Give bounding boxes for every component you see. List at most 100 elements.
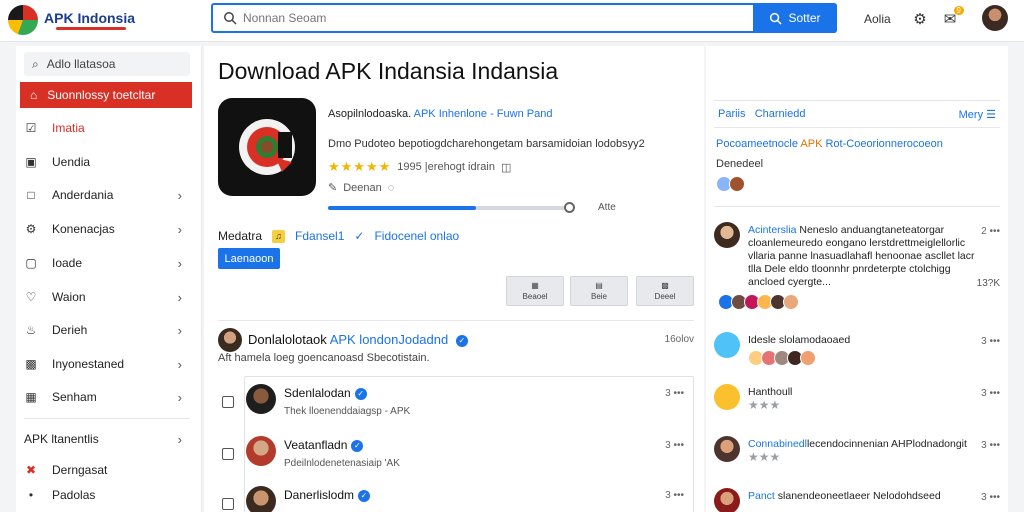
sidebar-item-label: Derieh [52, 323, 88, 337]
tab-pariis[interactable]: Pariis [718, 108, 746, 120]
sidebar-item-label: Ioade [52, 256, 83, 270]
more-icon[interactable]: 3 ••• [981, 440, 1000, 451]
sidebar-item-label: Waion [52, 290, 86, 304]
action-button-0[interactable]: ▦ Beaoel [506, 276, 564, 306]
sidebar-item-4[interactable]: ▢ Ioade › [24, 251, 192, 275]
tab-channel[interactable]: Charniedd [755, 108, 806, 120]
action-label: Deeel [654, 292, 676, 301]
progress-knob[interactable] [564, 202, 575, 213]
more-icon[interactable]: 3 ••• [981, 492, 1000, 503]
reply-name: Danerlislodm ✓ [284, 488, 371, 502]
progress-fill [328, 206, 476, 210]
main-content: Download APK Indansia Indansia Asopilnlo… [204, 46, 704, 512]
comment-text: Aft hamela loeg goencanoasd Sbecotistain… [218, 352, 430, 364]
reply-text: Pdeilnlodenetenasiaip 'AK [284, 458, 400, 469]
sidebar-item-5[interactable]: ♡ Waion › [24, 285, 192, 309]
comment-avatar[interactable] [218, 328, 242, 352]
notification-icon[interactable]: ✉ 9 [940, 6, 964, 29]
reply-avatar[interactable] [246, 486, 276, 512]
chevron-right-icon: › [177, 187, 182, 203]
user-icon[interactable]: ⚙ [910, 9, 930, 29]
sidebar-item-7[interactable]: ▩ Inyonestaned › [24, 352, 192, 376]
post-avatar[interactable] [714, 222, 740, 248]
verified-link[interactable]: Fidocenel onlao [374, 229, 459, 243]
app-description: Dmo Pudoteo bepotiogdcharehongetam barsa… [328, 138, 645, 150]
sidebar-footer-item-1[interactable]: • Padolas [24, 483, 192, 507]
sidebar-item-6[interactable]: ♨ Derieh › [24, 318, 192, 342]
sidebar-item-3[interactable]: ⚙ Konenacjas › [24, 217, 192, 241]
more-link[interactable]: Mery ☰ [959, 108, 996, 121]
sidebar-item-2[interactable]: □ Anderdania › [24, 183, 192, 207]
sidebar-search-label: Adlo llatasoa [46, 57, 116, 71]
reply-name: Sdenlalodan ✓ [284, 386, 367, 400]
comment-title-link[interactable]: APK londonJodadnd [330, 332, 449, 347]
search-input[interactable] [243, 8, 743, 28]
reply-avatar[interactable] [246, 436, 276, 466]
featured-line[interactable]: Pocoameetnocle APK Rot-Coeorionnerocoeon [716, 138, 943, 150]
post-avatar[interactable] [714, 436, 740, 462]
sidebar-item-label: Konenacjas [52, 222, 115, 236]
sidebar-item-active[interactable]: ⌂ Suonnlossy toetcltar [20, 82, 192, 108]
loading-icon: ◌ [387, 181, 395, 194]
post-avatar[interactable] [714, 384, 740, 410]
post-avatar[interactable] [714, 488, 740, 512]
reply-item: Sdenlalodan ✓ Thek lloenenddaiagsp - APK … [218, 380, 694, 430]
sidebar-item-0[interactable]: ☑ Imatia [24, 116, 192, 140]
more-icon[interactable]: 3 ••• [981, 388, 1000, 399]
calendar-icon: ▦ [25, 390, 37, 404]
header-link[interactable]: Aolia [864, 12, 891, 26]
action-label: Beie [590, 292, 607, 301]
chevron-right-icon: › [177, 322, 182, 338]
search-icon [224, 12, 237, 25]
more-icon[interactable]: 2 ••• [981, 226, 1000, 237]
logo-text[interactable]: APK Indonsia [44, 10, 135, 26]
download-button[interactable]: Laenaoon [218, 248, 280, 269]
more-icon[interactable]: 3 ••• [665, 440, 684, 451]
right-panel: Pariis Charniedd Mery ☰ Pocoameetnocle A… [706, 46, 1008, 512]
sidebar-footer-item-0[interactable]: ✖ Derngasat [24, 458, 192, 482]
sidebar-item-8[interactable]: ▦ Senham › [24, 385, 192, 409]
profile-avatar[interactable] [982, 5, 1008, 31]
app-title-link[interactable]: APK Inhenlone - Fuwn Pand [414, 108, 553, 120]
sidebar-item-1[interactable]: ▣ Uendia [24, 150, 192, 174]
reply-checkbox[interactable] [222, 498, 234, 510]
action-button-1[interactable]: ▤ Beie [570, 276, 628, 306]
app-rating: ★★★★★ 1995 |erehogt idrain ◫ [328, 159, 511, 175]
app-icon[interactable] [218, 98, 316, 196]
download-label: Denedeel [716, 158, 764, 170]
verified-icon: ✓ [351, 439, 364, 452]
version-row: Medatra ♫ Fdansel1 ✓ Fidocenel onlao [218, 229, 459, 243]
action-label: Beaoel [522, 292, 548, 301]
rating-text: 1995 |erehogt idrain [397, 161, 495, 173]
post-text: Hanthoull ★★★ [748, 386, 793, 412]
reply-text: Thek lloenenddaiagsp - APK [284, 406, 411, 417]
avatar-group [718, 294, 799, 310]
reply-checkbox[interactable] [222, 396, 234, 408]
sidebar-divider [24, 418, 190, 419]
app-review[interactable]: ✎ Deenan ◌ [328, 181, 395, 195]
sidebar-active-label: Suonnlossy toetcltar [47, 88, 156, 102]
sidebar-section-item[interactable]: APK ltanentlis › [24, 427, 192, 451]
reply-checkbox[interactable] [222, 448, 234, 460]
version-link[interactable]: Fdansel1 [295, 229, 344, 243]
grid-icon: ▦ [531, 281, 539, 290]
sidebar-search[interactable]: ⌕ Adlo llatasoa [24, 52, 190, 76]
checkbox-icon: ☑ [25, 121, 37, 135]
action-button-2[interactable]: ▩ Deeel [636, 276, 694, 306]
search-button[interactable]: Sotter [753, 3, 837, 33]
right-panel-header: Pariis Charniedd Mery ☰ [714, 100, 1000, 128]
download-progress[interactable] [328, 202, 575, 213]
post-text: Idesle slolamodaoaed [748, 334, 851, 346]
search-bar: Sotter [211, 3, 837, 33]
comment-title: Donlalolotaok APK londonJodadnd ✓ [248, 332, 468, 347]
post-avatar[interactable] [714, 332, 740, 358]
dot-icon: • [28, 488, 34, 502]
more-icon[interactable]: 3 ••• [665, 388, 684, 399]
reply-avatar[interactable] [246, 384, 276, 414]
more-icon[interactable]: 3 ••• [981, 336, 1000, 347]
more-icon[interactable]: 3 ••• [665, 490, 684, 501]
avatar-group [716, 176, 745, 192]
logo-icon[interactable] [8, 5, 38, 35]
square-icon: ▢ [25, 256, 37, 270]
sidebar-item-label: Senham [52, 390, 97, 404]
